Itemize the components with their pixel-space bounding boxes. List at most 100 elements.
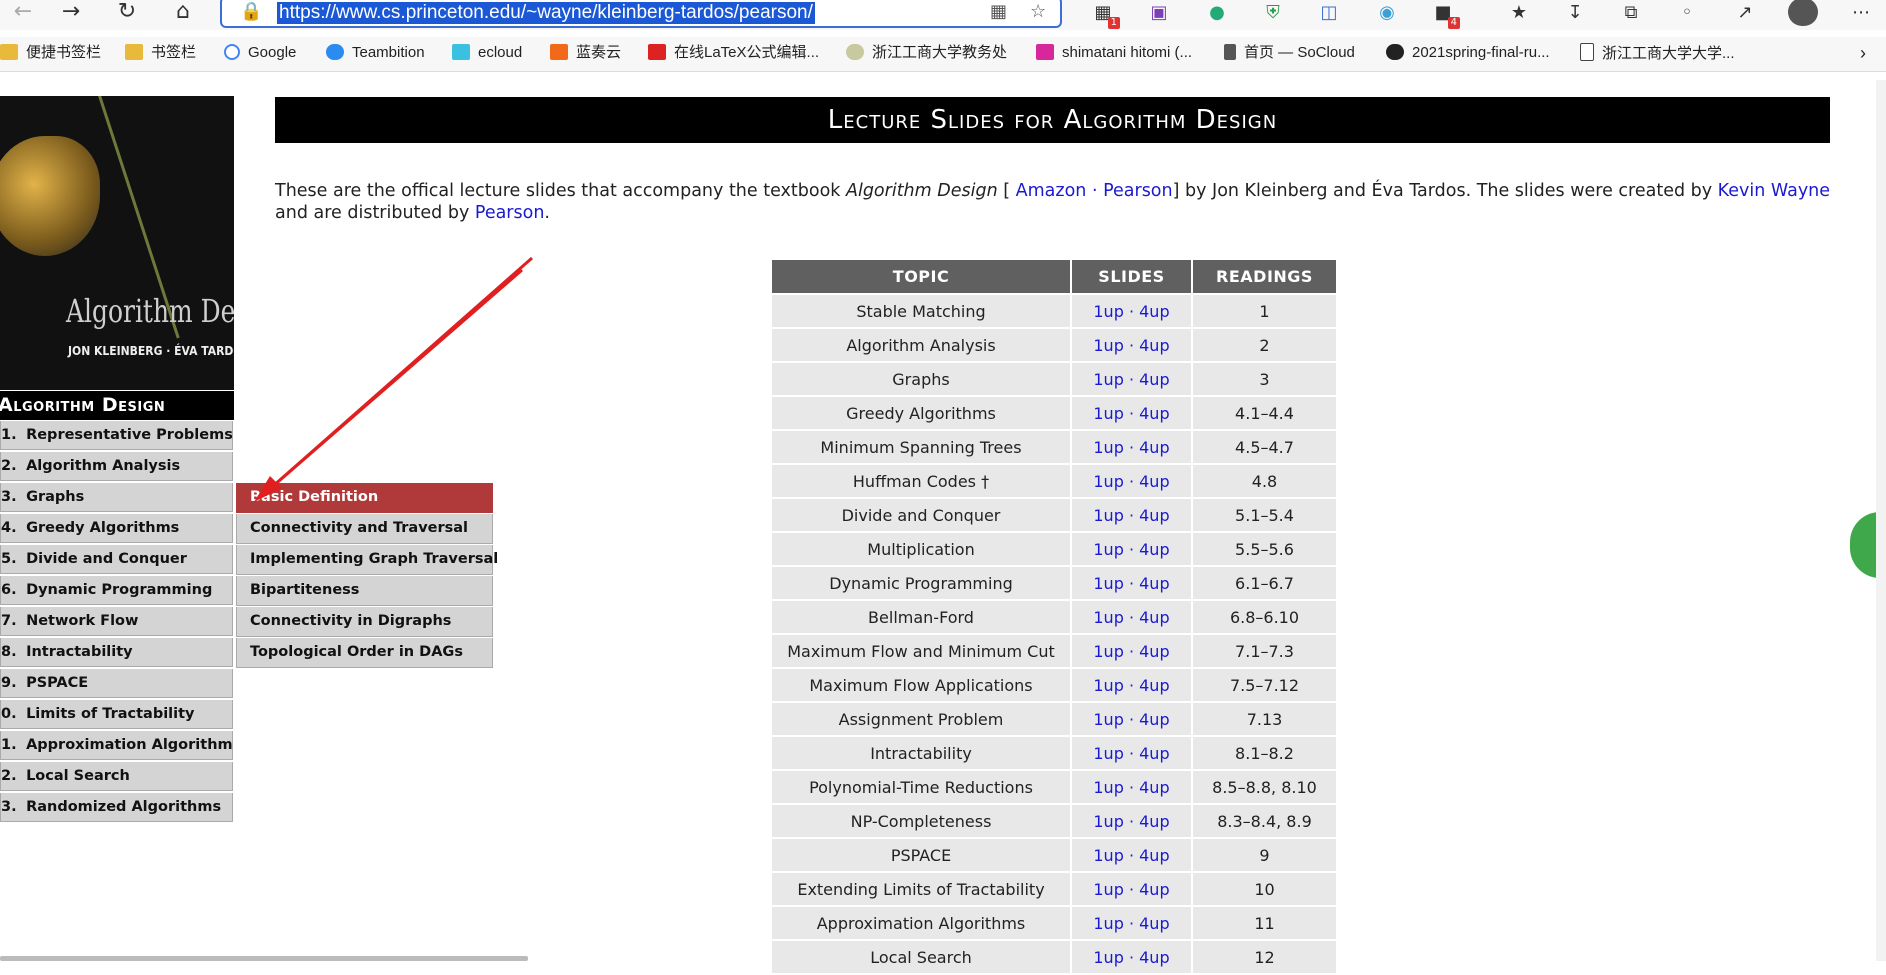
menu-item[interactable]: 0. Limits of Tractability [0, 700, 233, 729]
menu-item[interactable]: 2. Local Search [0, 762, 233, 791]
menu-item[interactable]: 2. Algorithm Analysis [0, 452, 233, 481]
slides-4up-link[interactable]: 4up [1139, 608, 1169, 627]
home-icon[interactable]: ⌂ [168, 1, 198, 23]
menu-item[interactable]: 1. Approximation Algorithms [0, 731, 233, 760]
slides-1up-link[interactable]: 1up [1093, 778, 1123, 797]
onenote-icon[interactable]: ▣ [1146, 1, 1172, 25]
bookmark-item[interactable]: 浙江工商大学教务处 [846, 43, 1007, 63]
pearson-distributor-link[interactable]: Pearson [475, 203, 545, 223]
bookmark-item[interactable]: shimatani hitomi (... [1036, 43, 1192, 63]
profile-avatar[interactable] [1788, 0, 1818, 26]
slides-1up-link[interactable]: 1up [1093, 948, 1123, 967]
download-icon[interactable]: ↧ [1562, 1, 1588, 25]
extension-blue-icon[interactable]: ◫ [1316, 1, 1342, 25]
shield-icon[interactable]: ⛨ [1260, 1, 1286, 25]
bookmark-item[interactable]: 浙江工商大学大学... [1580, 43, 1735, 64]
slides-4up-link[interactable]: 4up [1139, 574, 1169, 593]
extension-dark-icon[interactable]: ■ 4 [1430, 1, 1460, 29]
bookmark-item[interactable]: 蓝奏云 [550, 43, 621, 63]
refresh-icon[interactable]: ↻ [112, 1, 142, 23]
submenu-item[interactable]: Connectivity and Traversal [236, 514, 493, 544]
collections-icon[interactable]: ⧉ [1618, 1, 1644, 25]
slides-4up-link[interactable]: 4up [1139, 540, 1169, 559]
menu-item[interactable]: 9. PSPACE [0, 669, 233, 698]
favorites-icon[interactable]: ★ [1506, 1, 1532, 25]
favorite-add-icon[interactable]: ☆ [1030, 1, 1046, 22]
slides-4up-link[interactable]: 4up [1139, 676, 1169, 695]
slides-1up-link[interactable]: 1up [1093, 710, 1123, 729]
menu-item[interactable]: 7. Network Flow [0, 607, 233, 636]
menu-item[interactable]: 3. Graphs [0, 483, 233, 512]
more-menu-icon[interactable]: ⋯ [1848, 1, 1874, 25]
menu-item[interactable]: 1. Representative Problems [0, 421, 233, 450]
slides-1up-link[interactable]: 1up [1093, 404, 1123, 423]
slides-1up-link[interactable]: 1up [1093, 676, 1123, 695]
slides-4up-link[interactable]: 4up [1139, 506, 1169, 525]
slides-1up-link[interactable]: 1up [1093, 540, 1123, 559]
bookmark-item[interactable]: Teambition [326, 43, 425, 63]
slides-4up-link[interactable]: 4up [1139, 438, 1169, 457]
share-icon[interactable]: ↗ [1732, 1, 1758, 25]
slides-4up-link[interactable]: 4up [1139, 642, 1169, 661]
screenshot-icon[interactable]: ◦ [1674, 1, 1700, 25]
address-bar[interactable]: 🔒 https://www.cs.princeton.edu/~wayne/kl… [220, 0, 1062, 28]
slides-4up-link[interactable]: 4up [1139, 812, 1169, 831]
slides-4up-link[interactable]: 4up [1139, 914, 1169, 933]
bookmark-item[interactable]: 2021spring-final-ru... [1386, 43, 1550, 63]
slides-4up-link[interactable]: 4up [1139, 404, 1169, 423]
slides-4up-link[interactable]: 4up [1139, 880, 1169, 899]
slides-1up-link[interactable]: 1up [1093, 472, 1123, 491]
bookmark-item[interactable]: 在线LaTeX公式编辑... [648, 43, 819, 63]
menu-item[interactable]: 6. Dynamic Programming [0, 576, 233, 605]
horizontal-scrollbar[interactable] [0, 956, 528, 961]
url-text[interactable]: https://www.cs.princeton.edu/~wayne/klei… [277, 2, 815, 24]
slides-1up-link[interactable]: 1up [1093, 438, 1123, 457]
reader-icon[interactable]: ▦ [990, 1, 1007, 22]
bookmark-item[interactable]: 首页 — SoCloud [1224, 43, 1355, 63]
pearson-link[interactable]: Pearson [1103, 181, 1173, 201]
table-row: Polynomial-Time Reductions 1up · 4up 8.5–8… [770, 769, 1338, 805]
bookmark-item[interactable]: 便捷书签栏 [0, 43, 101, 63]
slides-4up-link[interactable]: 4up [1139, 302, 1169, 321]
submenu-item[interactable]: Topological Order in DAGs [236, 638, 493, 668]
back-icon[interactable]: ← [8, 1, 38, 23]
amazon-link[interactable]: Amazon [1016, 181, 1087, 201]
slides-4up-link[interactable]: 4up [1139, 948, 1169, 967]
slides-1up-link[interactable]: 1up [1093, 608, 1123, 627]
slides-1up-link[interactable]: 1up [1093, 336, 1123, 355]
slides-4up-link[interactable]: 4up [1139, 846, 1169, 865]
slides-1up-link[interactable]: 1up [1093, 846, 1123, 865]
slides-4up-link[interactable]: 4up [1139, 472, 1169, 491]
bookmarks-overflow-icon[interactable]: › [1860, 43, 1866, 63]
slides-1up-link[interactable]: 1up [1093, 914, 1123, 933]
menu-item[interactable]: 4. Greedy Algorithms [0, 514, 233, 543]
slides-1up-link[interactable]: 1up [1093, 744, 1123, 763]
globe-icon[interactable]: ● [1204, 1, 1230, 25]
slides-1up-link[interactable]: 1up [1093, 302, 1123, 321]
menu-item[interactable]: 3. Randomized Algorithms [0, 793, 233, 822]
bookmark-item[interactable]: 书签栏 [125, 43, 196, 63]
submenu-item[interactable]: Connectivity in Digraphs [236, 607, 493, 637]
slides-1up-link[interactable]: 1up [1093, 812, 1123, 831]
menu-item[interactable]: 5. Divide and Conquer [0, 545, 233, 574]
extension-apps-icon[interactable]: ▦ 1 [1090, 1, 1120, 29]
slides-4up-link[interactable]: 4up [1139, 778, 1169, 797]
slides-4up-link[interactable]: 4up [1139, 744, 1169, 763]
submenu-item[interactable]: Bipartiteness [236, 576, 493, 606]
slides-4up-link[interactable]: 4up [1139, 336, 1169, 355]
kevin-wayne-link[interactable]: Kevin Wayne [1718, 181, 1830, 201]
bookmark-item[interactable]: Google [224, 43, 296, 63]
slides-1up-link[interactable]: 1up [1093, 642, 1123, 661]
extension-bird-icon[interactable]: ◉ [1374, 1, 1400, 25]
submenu-item[interactable]: Implementing Graph Traversal [236, 545, 498, 575]
page-scrollbar[interactable] [1876, 80, 1886, 961]
slides-1up-link[interactable]: 1up [1093, 880, 1123, 899]
slides-1up-link[interactable]: 1up [1093, 370, 1123, 389]
slides-4up-link[interactable]: 4up [1139, 710, 1169, 729]
forward-icon[interactable]: → [56, 1, 86, 23]
slides-1up-link[interactable]: 1up [1093, 506, 1123, 525]
bookmark-item[interactable]: ecloud [452, 43, 522, 63]
slides-4up-link[interactable]: 4up [1139, 370, 1169, 389]
slides-1up-link[interactable]: 1up [1093, 574, 1123, 593]
menu-item[interactable]: 8. Intractability [0, 638, 233, 667]
